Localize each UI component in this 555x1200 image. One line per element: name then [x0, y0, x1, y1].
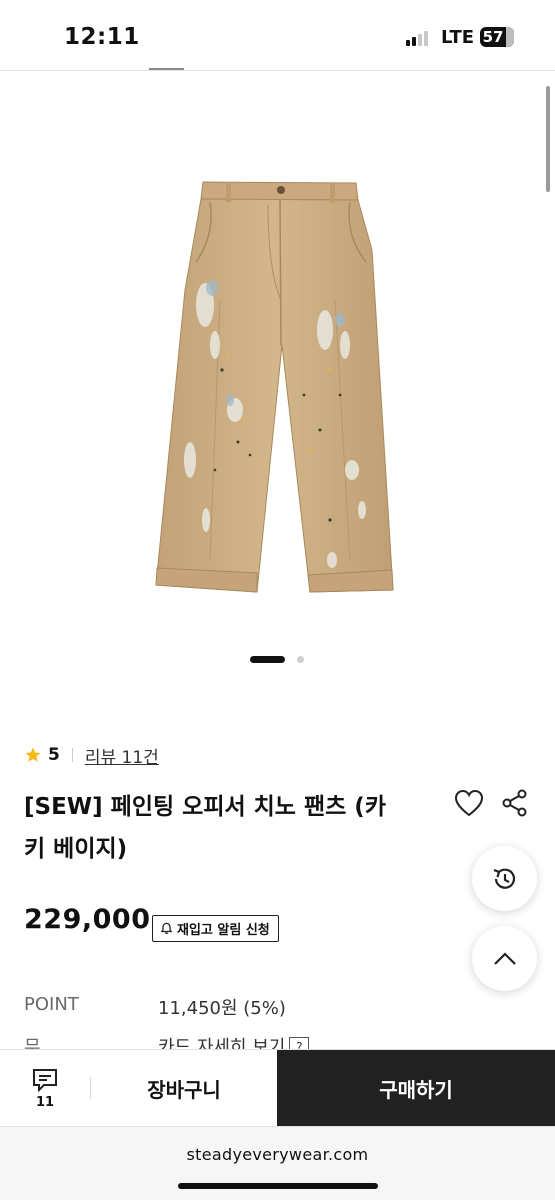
browser-url-bar[interactable]: steadyeverywear.com — [0, 1126, 555, 1200]
chat-icon — [33, 1069, 57, 1093]
url-text[interactable]: steadyeverywear.com — [0, 1145, 555, 1164]
signal-icon — [406, 30, 432, 46]
status-time: 12:11 — [64, 24, 140, 50]
header-divider — [0, 70, 555, 71]
carousel-dot-active[interactable] — [250, 656, 285, 663]
review-count-link[interactable]: 리뷰 11건 — [85, 743, 159, 768]
carousel-dot[interactable] — [297, 656, 304, 663]
status-bar: 12:11 LTE 57 — [0, 0, 555, 72]
carousel-indicator[interactable] — [250, 656, 310, 664]
restock-alert-label: 재입고 알림 신청 — [177, 923, 270, 938]
battery-level: 57 — [482, 28, 504, 46]
add-to-cart-button[interactable]: 장바구니 — [91, 1050, 277, 1127]
buy-now-button[interactable]: 구매하기 — [277, 1050, 555, 1127]
rating-divider — [71, 748, 73, 762]
scroll-to-top-button[interactable] — [472, 926, 537, 991]
product-title-line-2: 키 베이지) — [24, 836, 128, 862]
info-value: 11,450원 (5%) — [158, 998, 286, 1019]
product-price: 229,000 — [24, 904, 151, 935]
product-title: [SEW] 페인팅 오피서 치노 팬츠 (카 키 베이지) — [24, 786, 444, 870]
chat-count: 11 — [35, 1095, 55, 1110]
chat-button[interactable]: 11 — [0, 1050, 90, 1127]
star-icon — [25, 747, 41, 762]
history-icon — [493, 868, 515, 889]
wishlist-heart-icon[interactable] — [454, 789, 484, 817]
bottom-action-bar: 11 장바구니 구매하기 — [0, 1049, 555, 1127]
home-indicator[interactable] — [178, 1183, 378, 1189]
product-title-line-1: [SEW] 페인팅 오피서 치노 팬츠 (카 — [24, 794, 386, 820]
bell-icon — [160, 922, 173, 935]
info-label: POINT — [24, 994, 79, 1015]
rating-value: 5 — [48, 745, 60, 765]
product-image[interactable] — [0, 72, 555, 692]
chevron-up-icon — [493, 951, 516, 965]
pants-illustration — [155, 181, 394, 593]
rating-row: 5 리뷰 11건 — [24, 743, 159, 768]
battery-icon: 57 — [480, 27, 514, 47]
recent-history-button[interactable] — [472, 846, 537, 911]
network-label: LTE — [441, 27, 475, 48]
header-tab-indicator — [149, 68, 184, 70]
share-icon[interactable] — [502, 789, 528, 817]
restock-alert-button[interactable]: 재입고 알림 신청 — [152, 915, 279, 942]
